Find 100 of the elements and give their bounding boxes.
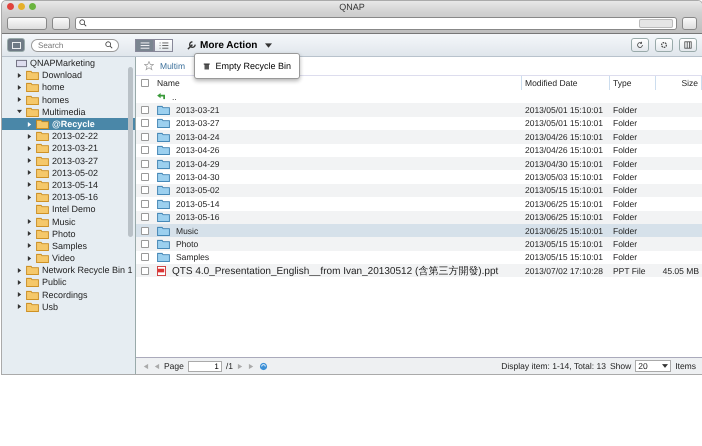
page-total: /1 xyxy=(226,361,233,371)
refresh-icon[interactable] xyxy=(258,362,268,370)
breadcrumb-link[interactable]: Multim xyxy=(160,61,186,71)
row-checkbox[interactable] xyxy=(141,173,149,182)
columns-button[interactable] xyxy=(679,38,697,52)
tree-item[interactable]: QNAPMarketing xyxy=(2,57,135,70)
file-row[interactable]: 2013-04-30 2013/05/03 15:10:01 Folder xyxy=(136,170,702,184)
caret-right-icon[interactable] xyxy=(17,280,22,285)
refresh-button[interactable] xyxy=(631,38,649,52)
row-checkbox[interactable] xyxy=(141,267,149,276)
back-arrow-icon[interactable] xyxy=(157,93,166,100)
caret-right-icon[interactable] xyxy=(17,97,22,102)
file-row[interactable]: QTS 4.0_Presentation_English__from Ivan_20130512 (含第三方開發).ppt 2013/07/02 17:10:28 PPT File 45.05 MB xyxy=(136,264,702,278)
caret-right-icon[interactable] xyxy=(27,158,32,164)
tree-item[interactable]: 2013-02-22 xyxy=(2,130,135,142)
close-icon[interactable] xyxy=(7,3,14,10)
tree-item[interactable]: 2013-03-27 xyxy=(2,154,135,167)
row-checkbox[interactable] xyxy=(141,119,149,128)
back-forward-button[interactable] xyxy=(7,16,47,30)
caret-right-icon[interactable] xyxy=(27,182,32,188)
caret-right-icon[interactable] xyxy=(17,304,22,310)
caret-right-icon[interactable] xyxy=(17,292,22,298)
tree-item[interactable]: Download xyxy=(2,69,135,82)
row-checkbox[interactable] xyxy=(141,186,149,194)
download-button[interactable] xyxy=(682,16,697,30)
file-row[interactable]: Music 2013/06/25 15:10:01 Folder xyxy=(136,224,702,238)
list-view-button[interactable] xyxy=(154,38,173,52)
scrollbar[interactable] xyxy=(128,67,133,237)
tree-item[interactable]: Video xyxy=(2,252,135,264)
file-row[interactable]: Photo 2013/05/15 15:10:01 Folder xyxy=(136,237,702,251)
caret-right-icon[interactable] xyxy=(17,72,22,78)
more-action-button[interactable]: More Action xyxy=(185,40,274,50)
row-checkbox[interactable] xyxy=(141,132,149,141)
last-page-button[interactable] xyxy=(248,362,255,370)
caret-right-icon[interactable] xyxy=(27,194,32,200)
caret-right-icon[interactable] xyxy=(27,219,32,224)
file-row[interactable]: 2013-05-14 2013/06/25 15:10:01 Folder xyxy=(136,197,702,211)
caret-right-icon[interactable] xyxy=(27,256,32,261)
tree-item[interactable]: homes xyxy=(2,94,135,106)
tree-item[interactable]: Photo xyxy=(2,228,135,240)
file-row[interactable]: Samples 2013/05/15 15:10:01 Folder xyxy=(136,250,702,264)
caret-down-icon[interactable] xyxy=(17,109,22,114)
tree-item[interactable]: Usb xyxy=(2,300,135,313)
detail-view-button[interactable] xyxy=(135,38,154,52)
tree-item[interactable]: home xyxy=(2,81,135,94)
select-all-checkbox[interactable] xyxy=(141,79,149,87)
row-checkbox[interactable] xyxy=(141,160,149,168)
settings-button[interactable] xyxy=(655,38,673,52)
star-icon[interactable] xyxy=(144,61,154,71)
tree-item[interactable]: Music xyxy=(2,215,135,228)
menu-item[interactable]: Empty Recycle Bin xyxy=(195,56,299,76)
parent-folder-link[interactable]: .. xyxy=(172,92,177,102)
sidebar-toggle-button[interactable] xyxy=(7,38,25,52)
file-row[interactable]: 2013-04-24 2013/04/26 15:10:01 Folder xyxy=(136,130,702,144)
column-header[interactable]: Modified Date xyxy=(522,76,610,90)
file-row[interactable]: 2013-04-29 2013/04/30 15:10:01 Folder xyxy=(136,156,702,170)
file-row[interactable]: 2013-04-26 2013/04/26 15:10:01 Folder xyxy=(136,144,702,157)
file-row[interactable]: 2013-03-21 2013/05/01 15:10:01 Folder xyxy=(136,103,702,117)
tree-item[interactable]: 2013-05-14 xyxy=(2,178,135,192)
file-row[interactable]: 2013-05-02 2013/05/15 15:10:01 Folder xyxy=(136,184,702,198)
row-checkbox[interactable] xyxy=(141,226,149,235)
caret-right-icon[interactable] xyxy=(17,268,22,273)
page-field[interactable]: 1 xyxy=(188,360,222,372)
tree-item[interactable]: 2013-03-21 xyxy=(2,142,135,154)
column-header[interactable]: Size xyxy=(656,76,702,90)
tree-item[interactable]: 2013-05-02 xyxy=(2,166,135,179)
caret-right-icon[interactable] xyxy=(27,231,32,236)
row-checkbox[interactable] xyxy=(141,106,149,114)
caret-right-icon[interactable] xyxy=(27,146,32,151)
refresh-icon xyxy=(636,41,644,49)
zoom-icon[interactable] xyxy=(29,3,36,10)
share-button[interactable] xyxy=(52,16,70,30)
tree-item[interactable]: Samples xyxy=(2,240,135,252)
row-checkbox[interactable] xyxy=(141,253,149,262)
column-header[interactable]: Name xyxy=(154,76,522,90)
page-size-select[interactable]: 20 xyxy=(635,360,672,372)
tree-item[interactable]: Intel Demo xyxy=(2,203,135,216)
caret-right-icon[interactable] xyxy=(27,243,32,248)
tree-item[interactable]: Recordings xyxy=(2,288,135,301)
row-checkbox[interactable] xyxy=(141,213,149,222)
tree-item[interactable]: Network Recycle Bin 1 xyxy=(2,264,135,276)
row-checkbox[interactable] xyxy=(141,146,149,154)
caret-right-icon[interactable] xyxy=(27,134,32,139)
first-page-button[interactable] xyxy=(142,362,149,370)
search-field[interactable]: Search xyxy=(31,38,119,52)
next-page-button[interactable] xyxy=(236,362,244,370)
file-type: Folder xyxy=(612,212,638,222)
row-checkbox[interactable] xyxy=(141,200,149,208)
caret-right-icon[interactable] xyxy=(27,170,32,176)
tree-item[interactable]: @Recycle xyxy=(2,118,135,130)
row-checkbox[interactable] xyxy=(141,240,149,248)
tree-item[interactable]: 2013-05-16 xyxy=(2,191,135,204)
file-row[interactable]: 2013-05-16 2013/06/25 15:10:01 Folder xyxy=(136,210,702,224)
file-row[interactable]: 2013-03-27 2013/05/01 15:10:01 Folder xyxy=(136,116,702,130)
tree-item[interactable]: Public xyxy=(2,276,135,289)
column-header[interactable]: Type xyxy=(610,76,656,90)
address-field[interactable] xyxy=(75,16,677,30)
tree-item[interactable]: Multimedia xyxy=(2,106,135,118)
previous-page-button[interactable] xyxy=(153,362,160,370)
caret-right-icon[interactable] xyxy=(17,84,22,90)
